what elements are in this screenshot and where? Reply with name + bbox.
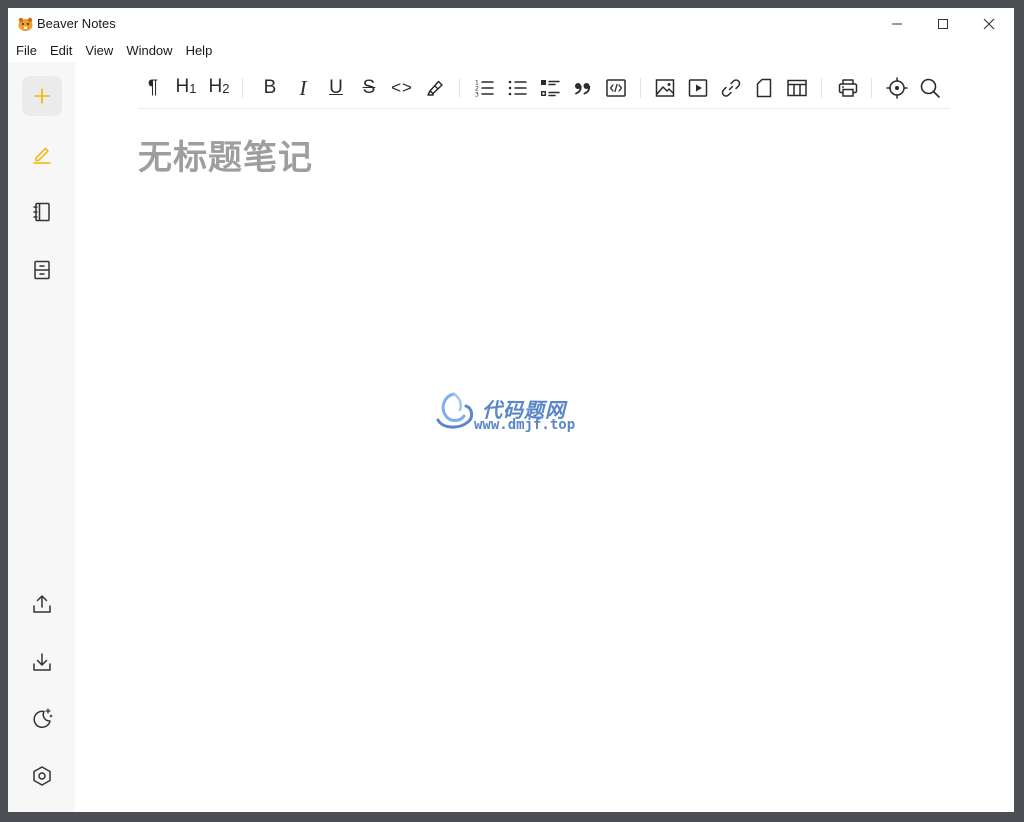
ordered-list-icon: 1 2 3 [475,80,494,99]
heading2-icon: H2 [208,76,230,97]
maximize-icon [938,19,948,29]
notes-button[interactable] [22,134,62,174]
beaver-logo-icon [18,17,33,31]
focus-mode-button[interactable] [882,74,912,102]
checklist-icon [541,80,560,97]
bold-icon: B [263,77,277,98]
insert-video-button[interactable] [683,74,713,102]
underline-icon: U [329,77,343,98]
minimize-icon [892,23,902,25]
print-button[interactable] [833,74,863,102]
highlighter-icon [427,80,443,96]
heading2-button[interactable]: H2 [204,74,234,102]
strikethrough-button[interactable]: S [354,74,384,102]
hexagon-settings-icon [33,766,51,786]
search-button[interactable] [915,74,945,102]
menu-file[interactable]: File [8,41,43,61]
editor-area: ¶ H1 H2 B I U S <> 1 2 3 无标题笔记 代码题网 www.… [75,62,1014,812]
download-icon [33,653,51,671]
insert-file-button[interactable] [749,74,779,102]
image-icon [655,79,675,97]
upload-icon [33,595,51,613]
code-block-button[interactable] [601,74,631,102]
maximize-button[interactable] [920,8,966,40]
table-icon [787,79,807,97]
file-icon [756,78,772,98]
blockquote-button[interactable] [568,74,598,102]
link-icon [721,79,741,97]
new-note-button[interactable] [22,76,62,116]
archive-button[interactable] [22,250,62,290]
italic-button[interactable]: I [288,74,318,102]
insert-link-button[interactable] [716,74,746,102]
bullet-list-button[interactable] [502,74,532,102]
video-icon [688,79,708,97]
menu-bar: File Edit View Window Help [8,40,1014,62]
archive-icon [34,260,50,280]
moon-icon [33,708,53,729]
pencil-icon [33,147,51,164]
close-button[interactable] [966,8,1012,40]
insert-image-button[interactable] [650,74,680,102]
toolbar-divider [821,78,822,98]
code-icon: <> [391,78,413,97]
heading1-icon: H1 [175,76,197,97]
search-icon [920,78,940,98]
minimize-button[interactable] [874,8,920,40]
settings-button[interactable] [22,756,62,796]
editor-toolbar: ¶ H1 H2 B I U S <> 1 2 3 [138,68,950,109]
inline-code-button[interactable]: <> [387,74,417,102]
watermark-url: www.dmjf.top [474,417,576,433]
watermark: 代码题网 www.dmjf.top [432,390,602,436]
code-block-icon [606,79,626,97]
window-title: Beaver Notes [37,16,116,31]
insert-table-button[interactable] [782,74,812,102]
bold-button[interactable]: B [255,74,285,102]
task-list-button[interactable] [535,74,565,102]
notebook-icon [33,202,50,222]
strikethrough-icon: S [362,77,376,98]
toolbar-divider [871,78,872,98]
note-title-input[interactable]: 无标题笔记 [138,130,313,179]
italic-icon: I [299,76,307,100]
svg-text:3: 3 [475,92,479,99]
app-window: Beaver Notes File Edit View Window Help [8,8,1014,812]
watermark-logo-icon [436,392,474,429]
crosshair-icon [886,77,908,99]
heading1-button[interactable]: H1 [171,74,201,102]
bullet-list-icon [508,80,527,96]
theme-toggle-button[interactable] [22,698,62,738]
printer-icon [838,79,858,97]
menu-view[interactable]: View [78,41,119,61]
toolbar-divider [242,78,243,98]
toolbar-divider [459,78,460,98]
sidebar [8,62,75,812]
notebooks-button[interactable] [22,192,62,232]
underline-button[interactable]: U [321,74,351,102]
import-button[interactable] [22,642,62,682]
toolbar-divider [640,78,641,98]
close-icon [983,18,995,30]
ordered-list-button[interactable]: 1 2 3 [469,74,499,102]
highlight-button[interactable] [420,74,450,102]
export-button[interactable] [22,584,62,624]
menu-edit[interactable]: Edit [43,41,78,61]
menu-help[interactable]: Help [179,41,219,61]
paragraph-button[interactable]: ¶ [138,74,168,102]
menu-window[interactable]: Window [119,41,178,61]
title-bar[interactable]: Beaver Notes [8,8,1014,40]
paragraph-icon: ¶ [147,77,159,98]
plus-icon [34,88,50,104]
quote-icon [575,83,591,95]
